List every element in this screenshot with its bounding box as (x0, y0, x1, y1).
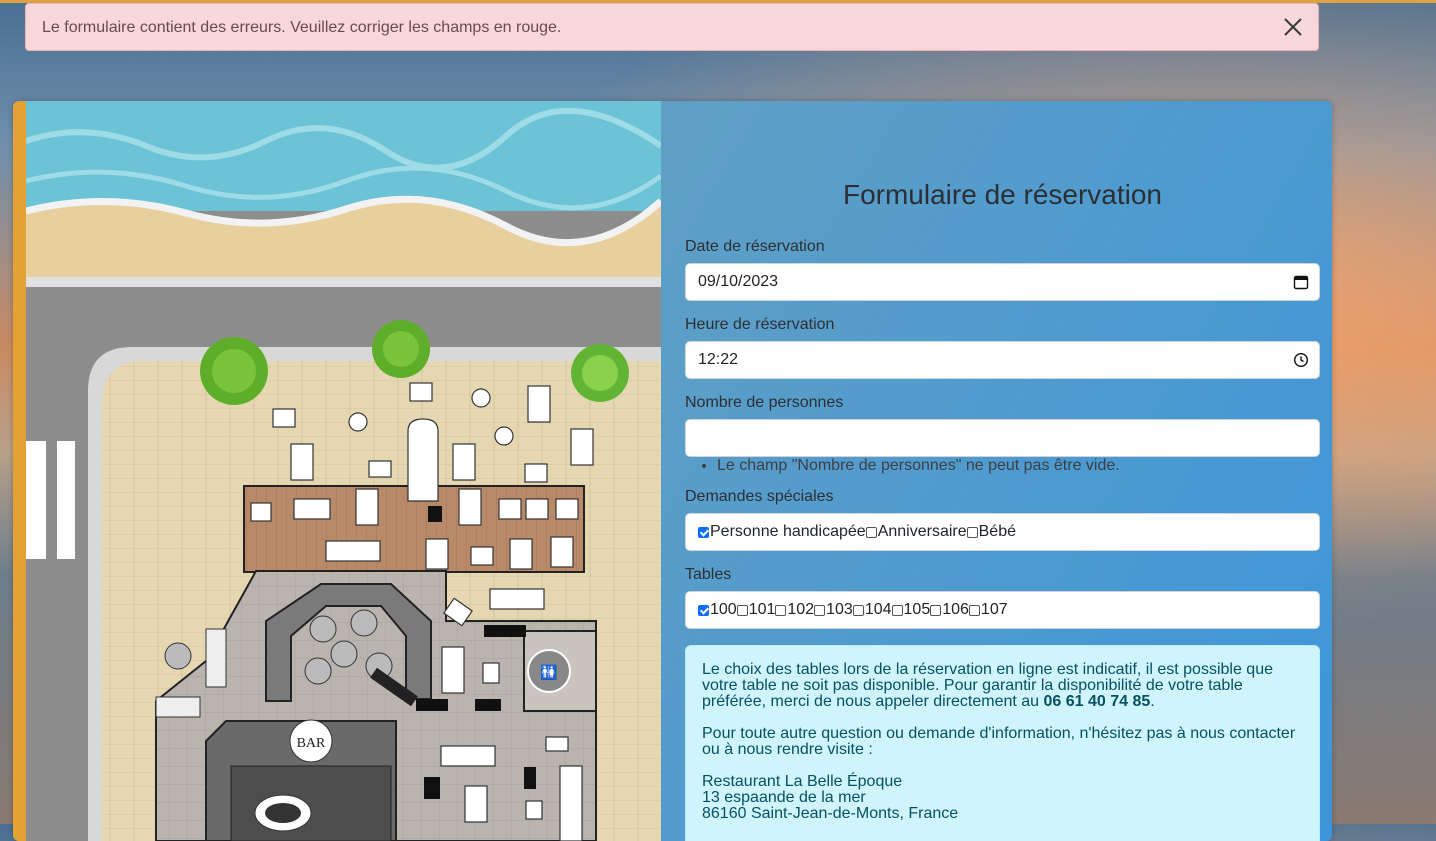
people-label: Nombre de personnes (685, 394, 844, 411)
table-103-label: 103 (826, 601, 853, 618)
checkbox-table-103[interactable] (814, 604, 826, 616)
info-paragraph-tables: Le choix des tables lors de la réservati… (702, 662, 1303, 710)
reservation-card: BAR 🚻 Formulaire de réservation Date de … (13, 101, 1332, 841)
table-107-label: 107 (980, 601, 1008, 618)
table-100-label: 100 (710, 601, 737, 618)
info-text-end: . (1150, 693, 1155, 710)
bar-sign: BAR (297, 736, 326, 751)
clock-icon[interactable] (1293, 352, 1309, 368)
address-line-2: 86160 Saint-Jean-de-Monts, France (702, 805, 959, 822)
floor-plan-illustration: BAR 🚻 (26, 101, 661, 841)
date-input[interactable]: 09/10/2023 (685, 263, 1320, 301)
table-105-label: 105 (903, 601, 931, 618)
error-alert: Le formulaire contient des erreurs. Veui… (25, 3, 1319, 51)
restaurant-name: Restaurant La Belle Époque (702, 773, 903, 790)
table-104-label: 104 (864, 601, 892, 618)
date-label: Date de réservation (685, 238, 825, 255)
people-input[interactable] (685, 419, 1320, 457)
checkbox-table-101[interactable] (736, 604, 748, 616)
checkbox-anniversary[interactable] (865, 526, 877, 538)
info-text: Le choix des tables lors de la réservati… (702, 661, 1273, 710)
error-list: Le champ "Nombre de personnes" ne peut p… (717, 457, 1120, 475)
phone-number[interactable]: 06 61 40 74 85 (1044, 693, 1151, 710)
table-102-label: 102 (787, 601, 815, 618)
alert-message: Le formulaire contient des erreurs. Veui… (42, 19, 562, 36)
form-title: Formulaire de réservation (842, 179, 1163, 210)
checkbox-handicap[interactable] (698, 526, 709, 538)
floor-plan-map: BAR 🚻 (26, 101, 661, 841)
checkbox-handicap-label: Personne handicapée (710, 523, 866, 540)
checkbox-table-100[interactable] (698, 604, 709, 616)
info-paragraph-contact: Pour toute autre question ou demande d'i… (702, 725, 1296, 758)
checkbox-table-105[interactable] (891, 604, 903, 616)
date-value: 09/10/2023 (698, 273, 779, 290)
card-accent-bar (13, 101, 26, 841)
calendar-icon[interactable] (1293, 274, 1309, 290)
checkbox-baby-label: Bébé (978, 523, 1016, 540)
reservation-form: Formulaire de réservation Date de réserv… (685, 101, 1320, 841)
special-requests-field: Personne handicapée Anniversaire Bébé (685, 513, 1320, 551)
checkbox-table-107[interactable] (968, 604, 980, 616)
table-101-label: 101 (748, 601, 776, 618)
info-box: Le choix des tables lors de la réservati… (685, 645, 1320, 841)
close-icon[interactable] (1282, 16, 1304, 38)
time-label: Heure de réservation (685, 316, 835, 333)
checkbox-anniversary-label: Anniversaire (877, 523, 967, 540)
checkbox-table-104[interactable] (852, 604, 864, 616)
people-error-message: Le champ "Nombre de personnes" ne peut p… (717, 457, 1120, 475)
special-requests-label: Demandes spéciales (685, 488, 834, 505)
checkbox-table-106[interactable] (930, 604, 942, 616)
address-line-1: 13 espaande de la mer (702, 789, 866, 806)
table-106-label: 106 (942, 601, 969, 618)
checkbox-baby[interactable] (966, 526, 978, 538)
tables-field: 100 101 102 103 104 105 106 107 (685, 591, 1320, 629)
time-input[interactable]: 12:22 (685, 341, 1320, 379)
time-value: 12:22 (698, 351, 739, 368)
svg-text:🚻: 🚻 (540, 664, 557, 681)
tables-label: Tables (685, 566, 732, 583)
checkbox-table-102[interactable] (775, 604, 787, 616)
